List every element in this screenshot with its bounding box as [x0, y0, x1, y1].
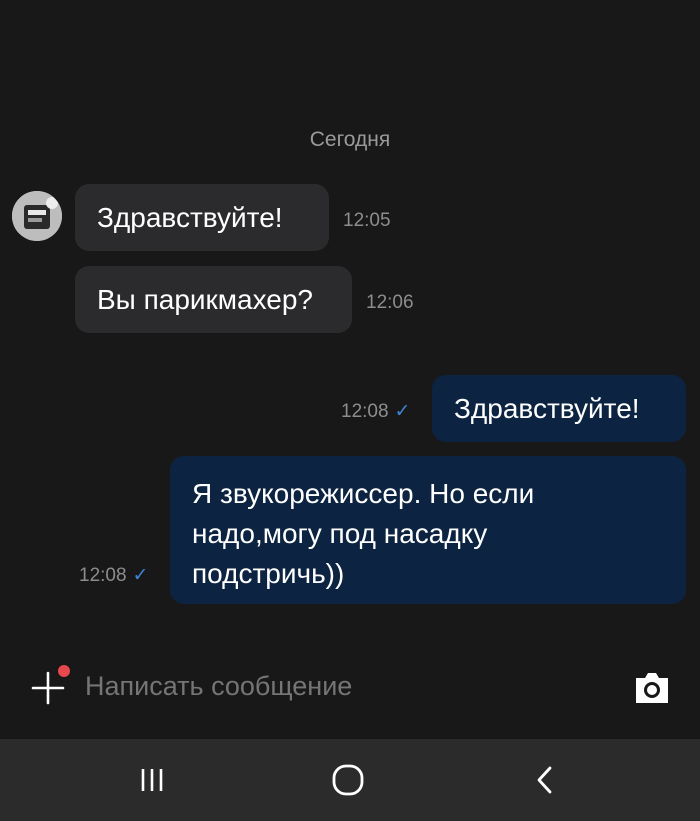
message-text: Здравствуйте! [97, 201, 283, 233]
message-bubble-outgoing[interactable]: Я звукорежиссер. Но если надо,могу под н… [170, 456, 686, 604]
message-time: 12:05 [343, 210, 391, 231]
check-icon: ✓ [132, 565, 149, 586]
message-text-line: надо,могу под насадку [192, 518, 488, 549]
message-time: 12:08 [79, 564, 127, 586]
camera-icon[interactable] [634, 668, 670, 706]
avatar[interactable] [12, 191, 62, 241]
message-bubble-incoming[interactable]: Вы парикмахер? [75, 266, 352, 333]
message-bubble-incoming[interactable]: Здравствуйте! [75, 184, 329, 251]
notification-dot [58, 665, 70, 677]
message-bubble-outgoing[interactable]: Здравствуйте! [432, 375, 686, 442]
message-text: Вы парикмахер? [97, 283, 314, 315]
message-time: 12:08 [341, 400, 389, 422]
message-meta: 12:08 ✓ [341, 400, 410, 423]
message-text-line: Я звукорежиссер. Но если [192, 478, 535, 509]
check-icon: ✓ [394, 401, 411, 422]
message-text-line: подстричь)) [192, 558, 345, 589]
back-icon[interactable] [515, 750, 575, 810]
message-time: 12:06 [366, 292, 414, 313]
message-input[interactable] [85, 671, 565, 702]
recent-apps-icon[interactable] [122, 750, 182, 810]
avatar-image [12, 191, 62, 241]
message-text: Здравствуйте! [454, 392, 640, 424]
message-meta: 12:08 ✓ [79, 564, 148, 587]
home-icon[interactable] [318, 750, 378, 810]
date-separator: Сегодня [309, 128, 391, 151]
